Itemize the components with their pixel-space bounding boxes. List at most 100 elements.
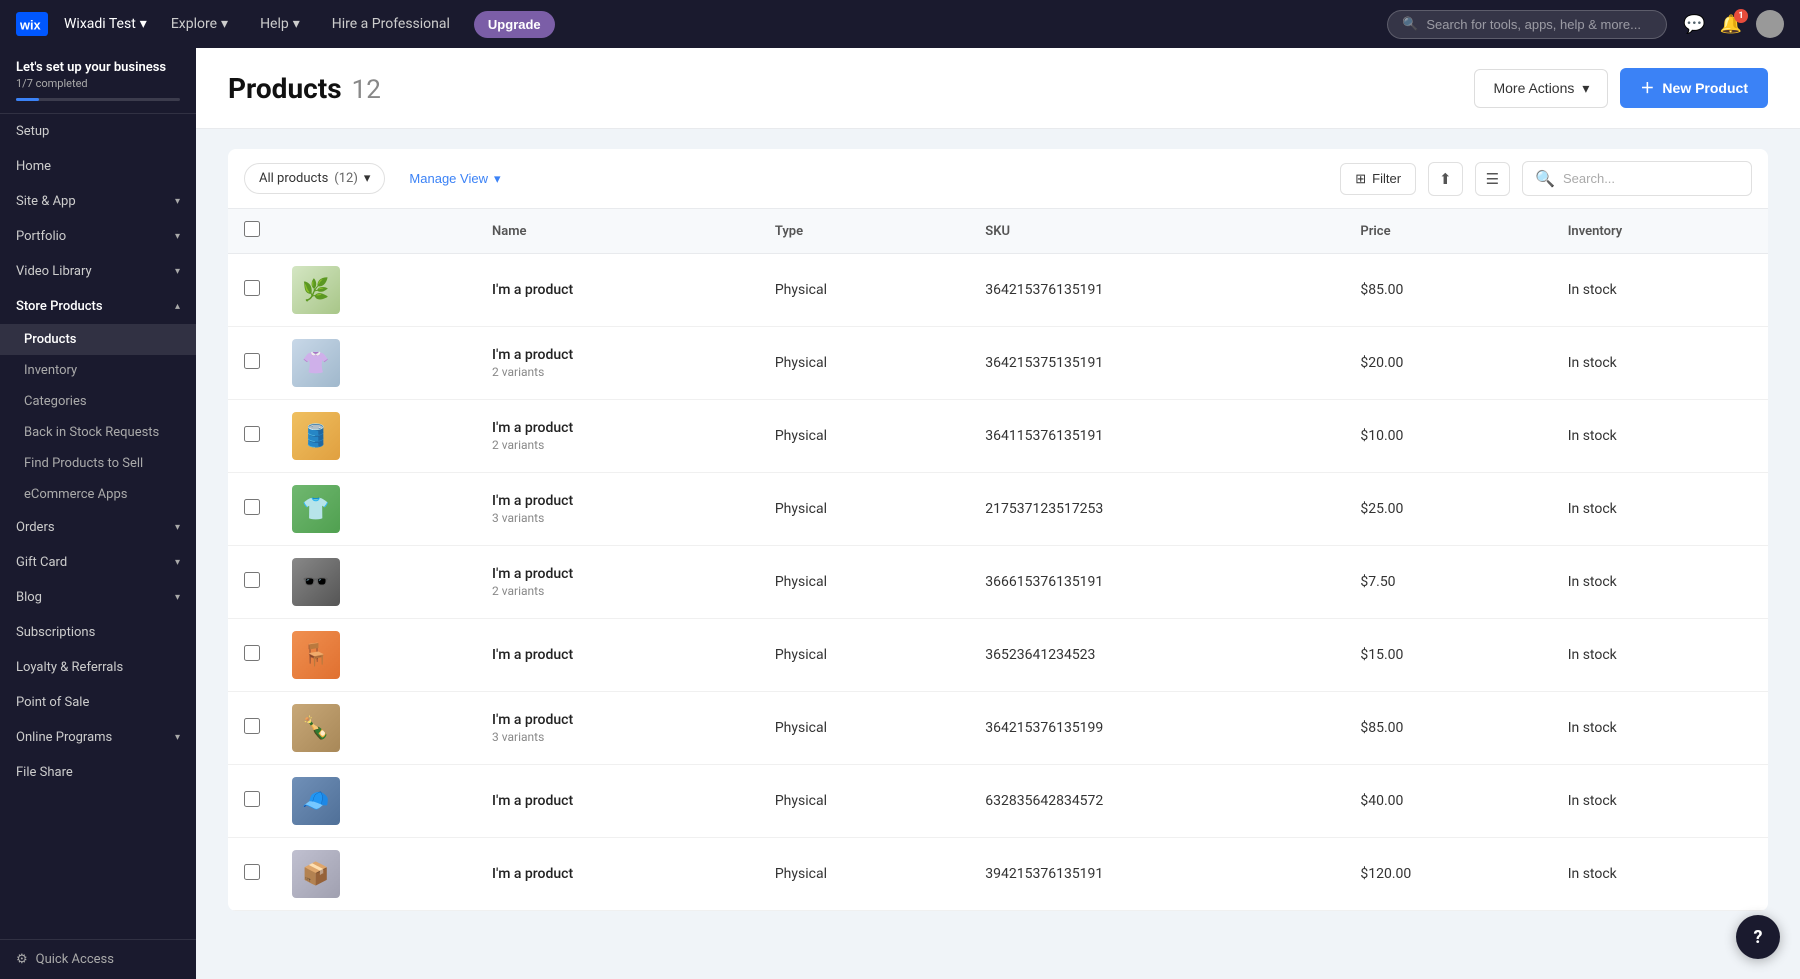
row-checkbox-cell[interactable] (228, 473, 276, 546)
row-checkbox[interactable] (244, 864, 260, 880)
product-thumbnail: 🌿 (292, 266, 340, 314)
filter-dropdown[interactable]: All products (12) ▾ (244, 163, 385, 194)
product-type-cell: Physical (759, 327, 969, 400)
manage-view-button[interactable]: Manage View ▾ (397, 164, 512, 194)
search-icon: 🔍 (1535, 169, 1555, 188)
select-all-checkbox[interactable] (244, 221, 260, 237)
sidebar-item-home[interactable]: Home (0, 149, 196, 184)
product-thumbnail-cell: 📦 (276, 838, 476, 911)
row-checkbox[interactable] (244, 791, 260, 807)
setup-banner: Let's set up your business 1/7 completed (0, 48, 196, 114)
notification-bell-icon[interactable]: 🔔 1 (1720, 14, 1742, 35)
sidebar-item-point-of-sale[interactable]: Point of Sale (0, 685, 196, 720)
row-checkbox-cell[interactable] (228, 400, 276, 473)
product-sku-cell: 364115376135191 (969, 400, 1344, 473)
workspace-selector[interactable]: Wixadi Test ▾ (64, 16, 147, 32)
row-checkbox[interactable] (244, 718, 260, 734)
chevron-down-icon: ▾ (175, 196, 180, 207)
th-price[interactable]: Price (1344, 209, 1551, 254)
chevron-down-icon: ▾ (175, 592, 180, 603)
quick-access-button[interactable]: ⚙ Quick Access (16, 952, 180, 967)
row-checkbox-cell[interactable] (228, 546, 276, 619)
product-search-input[interactable] (1563, 171, 1739, 186)
th-name[interactable]: Name (476, 209, 759, 254)
nav-help[interactable]: Help▾ (252, 12, 308, 36)
product-type-cell: Physical (759, 400, 969, 473)
row-checkbox-cell[interactable] (228, 254, 276, 327)
sidebar-item-video-library[interactable]: Video Library ▾ (0, 254, 196, 289)
search-icon: 🔍 (1402, 17, 1418, 32)
th-type[interactable]: Type (759, 209, 969, 254)
nav-icon-group: 💬 🔔 1 (1683, 10, 1784, 38)
sidebar-sub-ecommerce-apps[interactable]: eCommerce Apps (0, 479, 196, 510)
product-thumbnail: 👕 (292, 485, 340, 533)
chevron-down-icon: ▾ (494, 171, 501, 187)
export-button[interactable]: ⬆ (1428, 162, 1463, 196)
product-name: I'm a product (492, 647, 743, 663)
sidebar-sub-products[interactable]: Products (0, 324, 196, 355)
thumb-icon: 📦 (302, 862, 329, 887)
product-name-cell: I'm a product 2 variants (476, 400, 759, 473)
chat-icon[interactable]: 💬 (1683, 14, 1705, 35)
row-checkbox[interactable] (244, 353, 260, 369)
product-thumbnail-cell: 👚 (276, 327, 476, 400)
filter-button[interactable]: ⊞ Filter (1340, 163, 1416, 195)
th-sku[interactable]: SKU (969, 209, 1344, 254)
product-variants: 3 variants (492, 511, 743, 525)
global-search-input[interactable] (1426, 17, 1652, 32)
product-sku-cell: 366615376135191 (969, 546, 1344, 619)
wix-logo: wix (16, 12, 48, 36)
sidebar-item-gift-card[interactable]: Gift Card ▾ (0, 545, 196, 580)
product-price-cell: $10.00 (1344, 400, 1551, 473)
sidebar-item-loyalty-referrals[interactable]: Loyalty & Referrals (0, 650, 196, 685)
table-row: 🍾 I'm a product 3 variants Physical 3642… (228, 692, 1768, 765)
sidebar-item-blog[interactable]: Blog ▾ (0, 580, 196, 615)
row-checkbox[interactable] (244, 572, 260, 588)
sidebar-item-file-share[interactable]: File Share (0, 755, 196, 790)
sidebar-item-online-programs[interactable]: Online Programs ▾ (0, 720, 196, 755)
more-actions-button[interactable]: More Actions ▾ (1474, 69, 1608, 108)
sidebar-item-subscriptions[interactable]: Subscriptions (0, 615, 196, 650)
header-actions: More Actions ▾ ＋ New Product (1474, 68, 1768, 108)
chevron-down-icon: ▾ (175, 266, 180, 277)
row-checkbox[interactable] (244, 426, 260, 442)
product-type-cell: Physical (759, 692, 969, 765)
sidebar-sub-categories[interactable]: Categories (0, 386, 196, 417)
sidebar-sub-inventory[interactable]: Inventory (0, 355, 196, 386)
row-checkbox-cell[interactable] (228, 838, 276, 911)
sidebar-item-site-app[interactable]: Site & App ▾ (0, 184, 196, 219)
avatar[interactable] (1756, 10, 1784, 38)
help-button[interactable]: ? (1736, 915, 1780, 959)
product-name: I'm a product (492, 566, 743, 582)
row-checkbox-cell[interactable] (228, 765, 276, 838)
row-checkbox[interactable] (244, 499, 260, 515)
product-search[interactable]: 🔍 (1522, 161, 1752, 196)
columns-button[interactable]: ☰ (1475, 162, 1510, 196)
upgrade-button[interactable]: Upgrade (474, 11, 555, 38)
row-checkbox-cell[interactable] (228, 327, 276, 400)
page-header: Products 12 More Actions ▾ ＋ New Product (196, 48, 1800, 129)
product-name-cell: I'm a product 2 variants (476, 546, 759, 619)
sidebar-item-portfolio[interactable]: Portfolio ▾ (0, 219, 196, 254)
thumb-icon: 🕶️ (302, 570, 329, 595)
row-checkbox-cell[interactable] (228, 692, 276, 765)
product-thumbnail-cell: 🕶️ (276, 546, 476, 619)
table-row: 🌿 I'm a product Physical 364215376135191… (228, 254, 1768, 327)
filter-icon: ⊞ (1355, 171, 1366, 187)
sidebar-sub-find-products[interactable]: Find Products to Sell (0, 448, 196, 479)
sidebar-item-orders[interactable]: Orders ▾ (0, 510, 196, 545)
new-product-button[interactable]: ＋ New Product (1620, 68, 1768, 108)
row-checkbox[interactable] (244, 645, 260, 661)
global-search[interactable]: 🔍 (1387, 10, 1667, 39)
row-checkbox-cell[interactable] (228, 619, 276, 692)
nav-hire[interactable]: Hire a Professional (324, 12, 458, 36)
row-checkbox[interactable] (244, 280, 260, 296)
product-name: I'm a product (492, 493, 743, 509)
nav-explore[interactable]: Explore▾ (163, 12, 236, 36)
sidebar-item-setup[interactable]: Setup (0, 114, 196, 149)
th-inventory[interactable]: Inventory (1552, 209, 1768, 254)
select-all-header[interactable] (228, 209, 276, 254)
product-inventory-cell: In stock (1552, 765, 1768, 838)
sidebar-sub-back-in-stock[interactable]: Back in Stock Requests (0, 417, 196, 448)
sidebar-item-store-products[interactable]: Store Products ▴ (0, 289, 196, 324)
